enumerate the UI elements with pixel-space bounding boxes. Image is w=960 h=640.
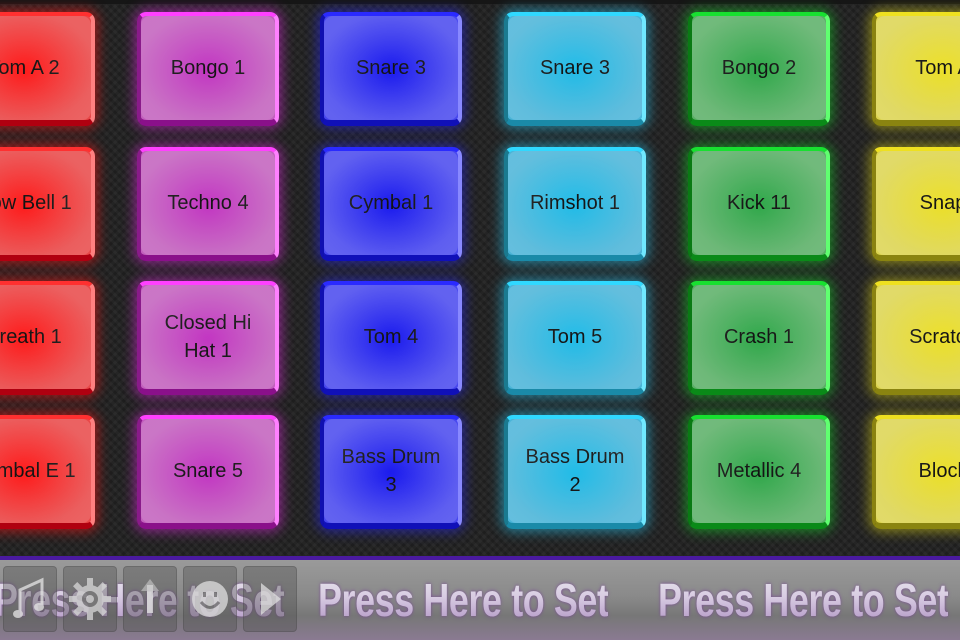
drum-pad[interactable]: Tom 5 xyxy=(504,281,646,395)
drum-pad[interactable]: Rimshot 1 xyxy=(504,147,646,261)
drum-pad-label: Scratch xyxy=(909,326,960,348)
drum-pad[interactable]: Cymbal E 1 xyxy=(0,415,95,529)
drum-pad-label: Tom 4 xyxy=(363,326,419,348)
drum-pad-label: Kick 11 xyxy=(726,192,792,214)
drum-pad-label: Metallic 4 xyxy=(716,460,802,482)
press-here-to-set-banner-3[interactable]: Press Here to Set xyxy=(658,568,949,632)
drum-pad-label: Rimshot 1 xyxy=(529,192,621,214)
drum-pad-label: Tom A 2 xyxy=(0,57,60,79)
drum-pad[interactable]: Tom A xyxy=(872,12,960,126)
drum-pad[interactable]: Scratch xyxy=(872,281,960,395)
toolbar xyxy=(0,566,300,632)
drum-pad[interactable]: Snare 3 xyxy=(504,12,646,126)
drum-pad[interactable]: Tom 4 xyxy=(320,281,462,395)
drum-pad-label: Bongo 1 xyxy=(170,57,246,79)
drum-pad-grid: Tom A 2 Bongo 1 Snare 3 Snare 3 Bongo 2 Tom A… xyxy=(0,0,960,556)
drum-pad-label: Breath 1 xyxy=(0,326,62,348)
drum-pad-label: Tom A xyxy=(915,57,960,79)
drum-pad[interactable]: Bongo 2 xyxy=(688,12,830,126)
drum-pad[interactable]: Bass Drum 2 xyxy=(504,415,646,529)
drum-pad-label: Closed Hi Hat 1 xyxy=(164,312,252,362)
drum-pad[interactable]: Bongo 1 xyxy=(137,12,279,126)
emoji-button[interactable] xyxy=(183,566,237,632)
drum-pad[interactable]: Snare 5 xyxy=(137,415,279,529)
drum-pad-label: Cow Bell 1 xyxy=(0,192,72,214)
drum-pad-label: Bass Drum 3 xyxy=(341,446,441,496)
gear-icon xyxy=(69,578,111,620)
upload-button[interactable] xyxy=(123,566,177,632)
drum-pad-label: Techno 4 xyxy=(167,192,249,214)
drum-pad[interactable]: Breath 1 xyxy=(0,281,95,395)
drum-pad[interactable]: Techno 4 xyxy=(137,147,279,261)
drum-pad[interactable]: Snare 3 xyxy=(320,12,462,126)
drum-pad[interactable]: Crash 1 xyxy=(688,281,830,395)
drum-pad-label: Cymbal 1 xyxy=(348,192,434,214)
play-button[interactable] xyxy=(243,566,297,632)
drum-pad-label: Cymbal E 1 xyxy=(0,460,76,482)
settings-button[interactable] xyxy=(63,566,117,632)
drum-pad[interactable]: Block xyxy=(872,415,960,529)
music-note-icon xyxy=(13,577,44,618)
press-here-to-set-banner-2[interactable]: Press Here to Set xyxy=(318,568,609,632)
drum-pad-label: Snare 3 xyxy=(539,57,611,79)
drum-pad[interactable]: Closed Hi Hat 1 xyxy=(137,281,279,395)
drum-pad-label: Bass Drum 2 xyxy=(525,446,625,496)
drum-pad-label: Bongo 2 xyxy=(721,57,797,79)
music-button[interactable] xyxy=(3,566,57,632)
drum-pad-label: Snare 5 xyxy=(172,460,244,482)
drum-pad-label: Block xyxy=(918,460,960,482)
drum-pad[interactable]: Tom A 2 xyxy=(0,12,95,126)
drum-pad[interactable]: Snap xyxy=(872,147,960,261)
drum-pad-label: Crash 1 xyxy=(723,326,795,348)
drum-pad[interactable]: Kick 11 xyxy=(688,147,830,261)
drum-pad[interactable]: Metallic 4 xyxy=(688,415,830,529)
play-icon xyxy=(261,583,281,615)
drum-pad[interactable]: Cow Bell 1 xyxy=(0,147,95,261)
drum-pad[interactable]: Cymbal 1 xyxy=(320,147,462,261)
smiley-icon xyxy=(192,581,228,617)
drum-pad-label: Snap xyxy=(919,192,960,214)
drum-pad-label: Snare 3 xyxy=(355,57,427,79)
drum-pad[interactable]: Bass Drum 3 xyxy=(320,415,462,529)
upload-icon xyxy=(141,579,159,613)
drum-pad-label: Tom 5 xyxy=(547,326,603,348)
